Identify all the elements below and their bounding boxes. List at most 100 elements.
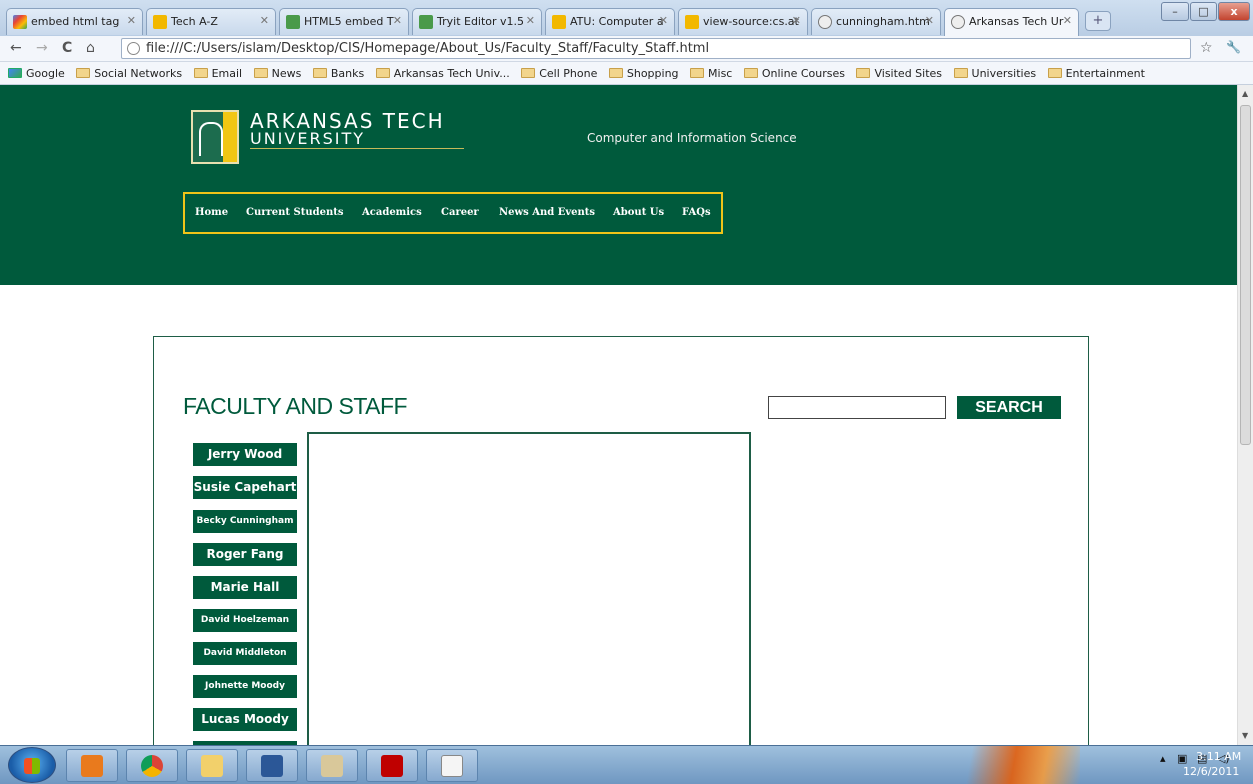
page-scrollbar[interactable]: ▲ ▼	[1237, 85, 1253, 745]
word-icon	[261, 755, 283, 777]
logo-gold-band	[223, 112, 237, 162]
browser-tab[interactable]: embed html tag ✕	[6, 8, 143, 35]
reload-icon[interactable]: C	[62, 40, 72, 56]
browser-tab[interactable]: ATU: Computer a ✕	[545, 8, 675, 35]
bookmark-folder[interactable]: Social Networks	[76, 67, 182, 80]
nav-link-about-us[interactable]: About Us	[613, 207, 664, 218]
browser-tab-active[interactable]: Arkansas Tech Ur ✕	[944, 8, 1079, 36]
clock-date[interactable]: 12/6/2011	[1183, 765, 1239, 778]
clock-time[interactable]: 3:11 AM	[1196, 750, 1241, 763]
start-button[interactable]	[8, 747, 56, 783]
bookmark-folder[interactable]: Universities	[953, 67, 1037, 80]
nav-link-current-students[interactable]: Current Students	[246, 207, 344, 218]
taskbar-app-chrome[interactable]	[126, 749, 178, 782]
search-button[interactable]: SEARCH	[957, 396, 1061, 419]
browser-tab[interactable]: Tech A-Z ✕	[146, 8, 276, 35]
folder-icon	[201, 755, 223, 777]
address-bar[interactable]: file:///C:/Users/islam/Desktop/CIS/Homep…	[121, 38, 1191, 59]
browser-tab[interactable]: Tryit Editor v1.5 ✕	[412, 8, 542, 35]
nav-link-faqs[interactable]: FAQs	[682, 207, 711, 218]
browser-tab[interactable]: HTML5 embed T ✕	[279, 8, 409, 35]
tab-title: Tech A-Z	[171, 15, 218, 28]
network-icon[interactable]: ▣	[1177, 752, 1187, 765]
bookmark-label: Banks	[330, 67, 365, 80]
bookmark-folder[interactable]: Entertainment	[1047, 67, 1145, 80]
taskbar-app-explorer[interactable]	[186, 749, 238, 782]
faculty-button-roger-fang[interactable]: Roger Fang	[193, 543, 297, 566]
faculty-detail-pane	[307, 432, 751, 745]
tab-close-icon[interactable]: ✕	[127, 14, 136, 27]
faculty-button-johnette-moody[interactable]: Johnette Moody	[193, 675, 297, 698]
search-input[interactable]	[768, 396, 946, 419]
nav-link-home[interactable]: Home	[195, 207, 228, 218]
faculty-button-david-hoelzeman[interactable]: David Hoelzeman	[193, 609, 297, 632]
tab-close-icon[interactable]: ✕	[260, 14, 269, 27]
bookmark-folder[interactable]: Email	[193, 67, 242, 80]
university-logo-icon[interactable]	[191, 110, 239, 164]
folder-icon	[375, 68, 390, 78]
bookmark-folder[interactable]: Visited Sites	[856, 67, 942, 80]
w3schools-favicon-icon	[286, 15, 300, 29]
taskbar-app-word[interactable]	[246, 749, 298, 782]
taskbar-app-outlook[interactable]	[66, 749, 118, 782]
close-window-button[interactable]: x	[1218, 2, 1250, 21]
bookmark-folder[interactable]: Banks	[312, 67, 365, 80]
nav-link-career[interactable]: Career	[441, 207, 479, 218]
bookmark-folder[interactable]: Misc	[690, 67, 732, 80]
tab-close-icon[interactable]: ✕	[925, 14, 934, 27]
taskbar-app-notepad[interactable]	[426, 749, 478, 782]
bookmark-folder[interactable]: Cell Phone	[521, 67, 597, 80]
bookmark-label: Universities	[971, 67, 1037, 80]
maximize-button[interactable]: □	[1190, 2, 1217, 21]
nav-link-academics[interactable]: Academics	[362, 207, 422, 218]
faculty-button-marie-hall[interactable]: Marie Hall	[193, 576, 297, 599]
windows-taskbar: ▴ ▣ ▤ ◁) 3:11 AM 12/6/2011	[0, 745, 1253, 784]
bookmark-folder[interactable]: Shopping	[608, 67, 679, 80]
faculty-button-lucas-moody[interactable]: Lucas Moody	[193, 708, 297, 731]
scroll-thumb[interactable]	[1240, 105, 1251, 445]
taskbar-app-file-manager[interactable]	[306, 749, 358, 782]
taskbar-app-filezilla[interactable]	[366, 749, 418, 782]
atu-favicon-icon	[552, 15, 566, 29]
faculty-button-david-middleton[interactable]: David Middleton	[193, 642, 297, 665]
atu-favicon-icon	[685, 15, 699, 29]
tab-close-icon[interactable]: ✕	[659, 14, 668, 27]
browser-tab[interactable]: view-source:cs.at ✕	[678, 8, 808, 35]
folder-icon	[521, 68, 536, 78]
tab-close-icon[interactable]: ✕	[393, 14, 402, 27]
minimize-button[interactable]: –	[1161, 2, 1189, 21]
logo-building-shape	[199, 122, 223, 156]
bookmark-folder[interactable]: Online Courses	[743, 67, 845, 80]
forward-arrow-icon[interactable]: →	[36, 40, 48, 56]
scroll-up-icon[interactable]: ▲	[1242, 89, 1248, 98]
browser-tab[interactable]: cunningham.htm ✕	[811, 8, 941, 35]
show-hidden-icons-icon[interactable]: ▴	[1160, 752, 1166, 765]
faculty-button-jerry-wood[interactable]: Jerry Wood	[193, 443, 297, 466]
bookmark-google[interactable]: Google	[8, 67, 65, 80]
new-tab-button[interactable]: +	[1085, 11, 1111, 31]
wrench-menu-icon[interactable]: 🔧	[1226, 40, 1241, 54]
notepad-icon	[441, 755, 463, 777]
bookmark-folder[interactable]: News	[253, 67, 301, 80]
browser-toolbar: ← → C ⌂ file:///C:/Users/islam/Desktop/C…	[0, 36, 1253, 62]
tab-close-icon[interactable]: ✕	[526, 14, 535, 27]
tab-close-icon[interactable]: ✕	[792, 14, 801, 27]
url-text: file:///C:/Users/islam/Desktop/CIS/Homep…	[146, 41, 710, 56]
home-icon[interactable]: ⌂	[86, 40, 95, 56]
bookmark-star-icon[interactable]: ☆	[1200, 40, 1213, 56]
logo-divider	[250, 148, 464, 149]
bookmark-folder[interactable]: Arkansas Tech Univ...	[375, 67, 510, 80]
scroll-down-icon[interactable]: ▼	[1242, 731, 1248, 740]
folder-icon	[193, 68, 208, 78]
faculty-button-susie-capehart[interactable]: Susie Capehart	[193, 476, 297, 499]
folder-icon	[312, 68, 327, 78]
bookmark-label: Visited Sites	[874, 67, 943, 80]
main-navigation: Home Current Students Academics Career N…	[183, 192, 723, 234]
faculty-button-becky-cunningham[interactable]: Becky Cunningham	[193, 510, 297, 533]
back-arrow-icon[interactable]: ←	[10, 40, 22, 56]
browser-tab-strip: embed html tag ✕ Tech A-Z ✕ HTML5 embed …	[0, 0, 1253, 36]
faculty-content-panel: FACULTY AND STAFF SEARCH Jerry Wood Susi…	[153, 336, 1089, 745]
nav-link-news-and-events[interactable]: News And Events	[499, 207, 595, 218]
tab-close-icon[interactable]: ✕	[1063, 14, 1072, 27]
chrome-icon	[141, 755, 163, 777]
